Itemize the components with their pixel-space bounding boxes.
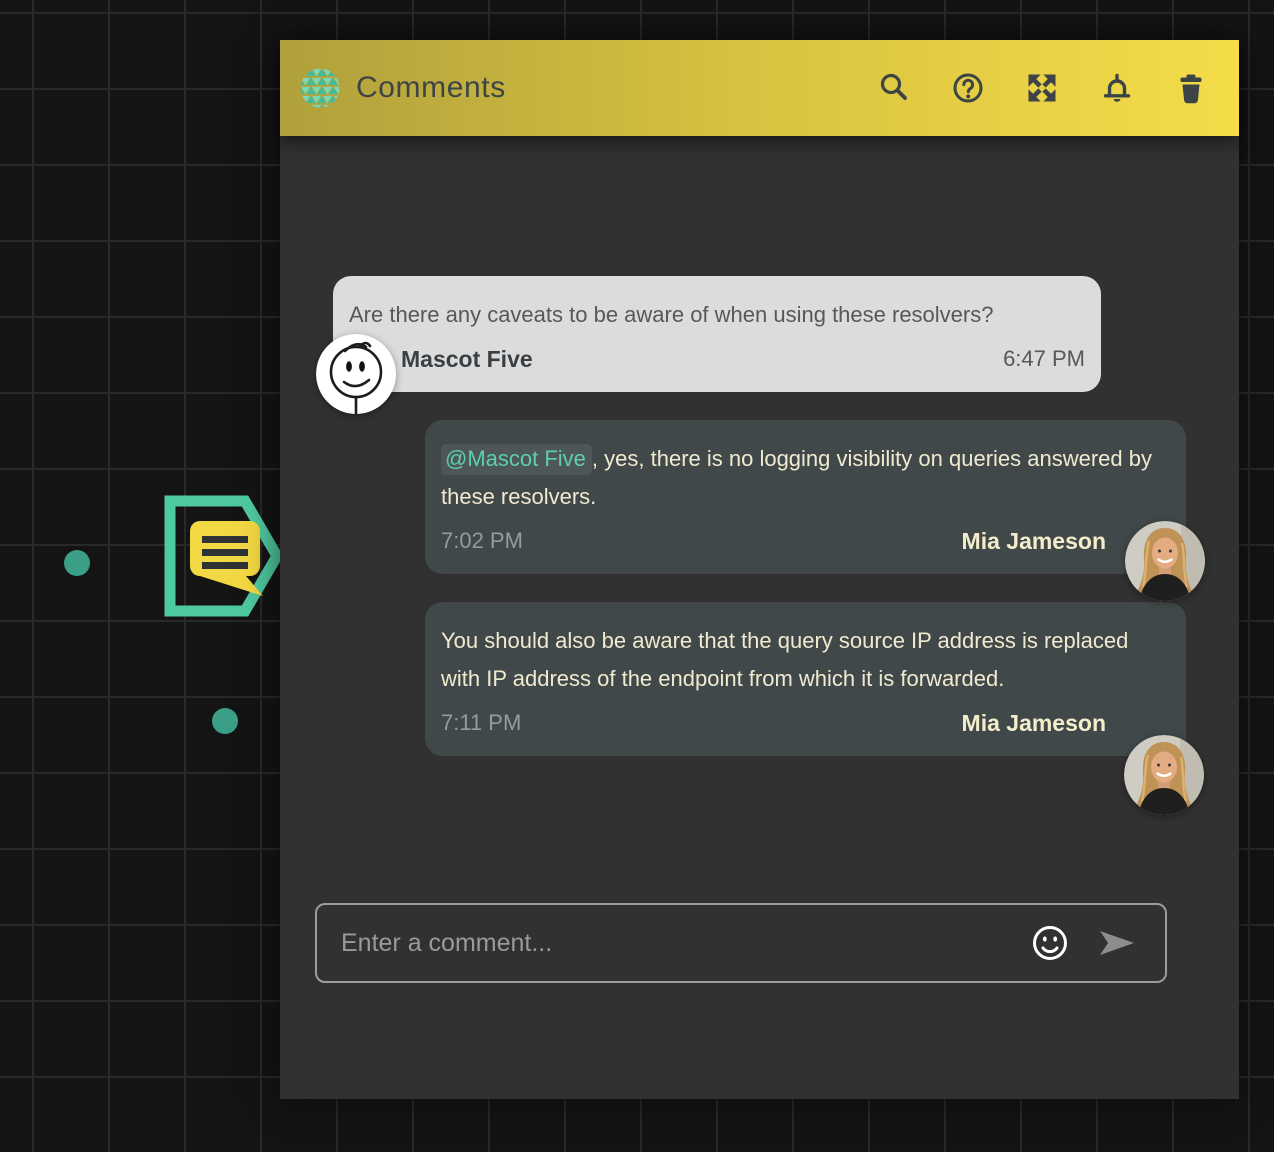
- message-timestamp: 7:11 PM: [441, 708, 521, 738]
- message-text: Are there any caveats to be aware of whe…: [349, 296, 1085, 334]
- decoration-dot: [64, 550, 90, 576]
- message-meta: 7:11 PM Mia Jameson: [441, 708, 1170, 738]
- bell-icon[interactable]: [1098, 70, 1134, 106]
- mention-link[interactable]: @Mascot Five: [441, 444, 592, 475]
- comment-composer: [315, 903, 1167, 983]
- help-icon[interactable]: [950, 70, 986, 106]
- message-meta: Mascot Five 6:47 PM: [349, 344, 1085, 374]
- search-icon[interactable]: [876, 70, 912, 106]
- header-actions: [876, 70, 1208, 106]
- speech-bubble-icon: [190, 521, 263, 596]
- decoration-dot: [212, 708, 238, 734]
- app-logo-icon: [300, 68, 340, 108]
- message-text: @Mascot Five, yes, there is no logging v…: [441, 440, 1170, 516]
- comment-tag-decoration: [160, 492, 285, 617]
- message-text: You should also be aware that the query …: [441, 622, 1170, 698]
- message-bubble: Are there any caveats to be aware of whe…: [333, 276, 1101, 392]
- page-title: Comments: [356, 71, 876, 105]
- avatar-mia-jameson: [1124, 735, 1204, 815]
- panel-header: Comments: [280, 40, 1239, 136]
- message-timestamp: 7:02 PM: [441, 526, 523, 556]
- messages-scroll-area[interactable]: Are there any caveats to be aware of whe…: [280, 136, 1239, 903]
- message-meta: 7:02 PM Mia Jameson: [441, 526, 1170, 556]
- message-author: Mascot Five: [401, 344, 533, 374]
- send-icon[interactable]: [1097, 923, 1137, 963]
- canvas-background: Comments: [0, 0, 1274, 1152]
- avatar-mia-jameson: [1125, 521, 1205, 601]
- avatar-mascot: [316, 334, 396, 414]
- comments-panel: Comments: [280, 40, 1239, 1099]
- message-bubble: @Mascot Five, yes, there is no logging v…: [425, 420, 1186, 574]
- message-timestamp: 6:47 PM: [1003, 344, 1085, 374]
- message-author: Mia Jameson: [962, 526, 1106, 556]
- message-bubble: You should also be aware that the query …: [425, 602, 1186, 756]
- expand-icon[interactable]: [1024, 70, 1060, 106]
- message-author: Mia Jameson: [962, 708, 1106, 738]
- emoji-icon[interactable]: [1030, 923, 1070, 963]
- trash-icon[interactable]: [1172, 70, 1208, 106]
